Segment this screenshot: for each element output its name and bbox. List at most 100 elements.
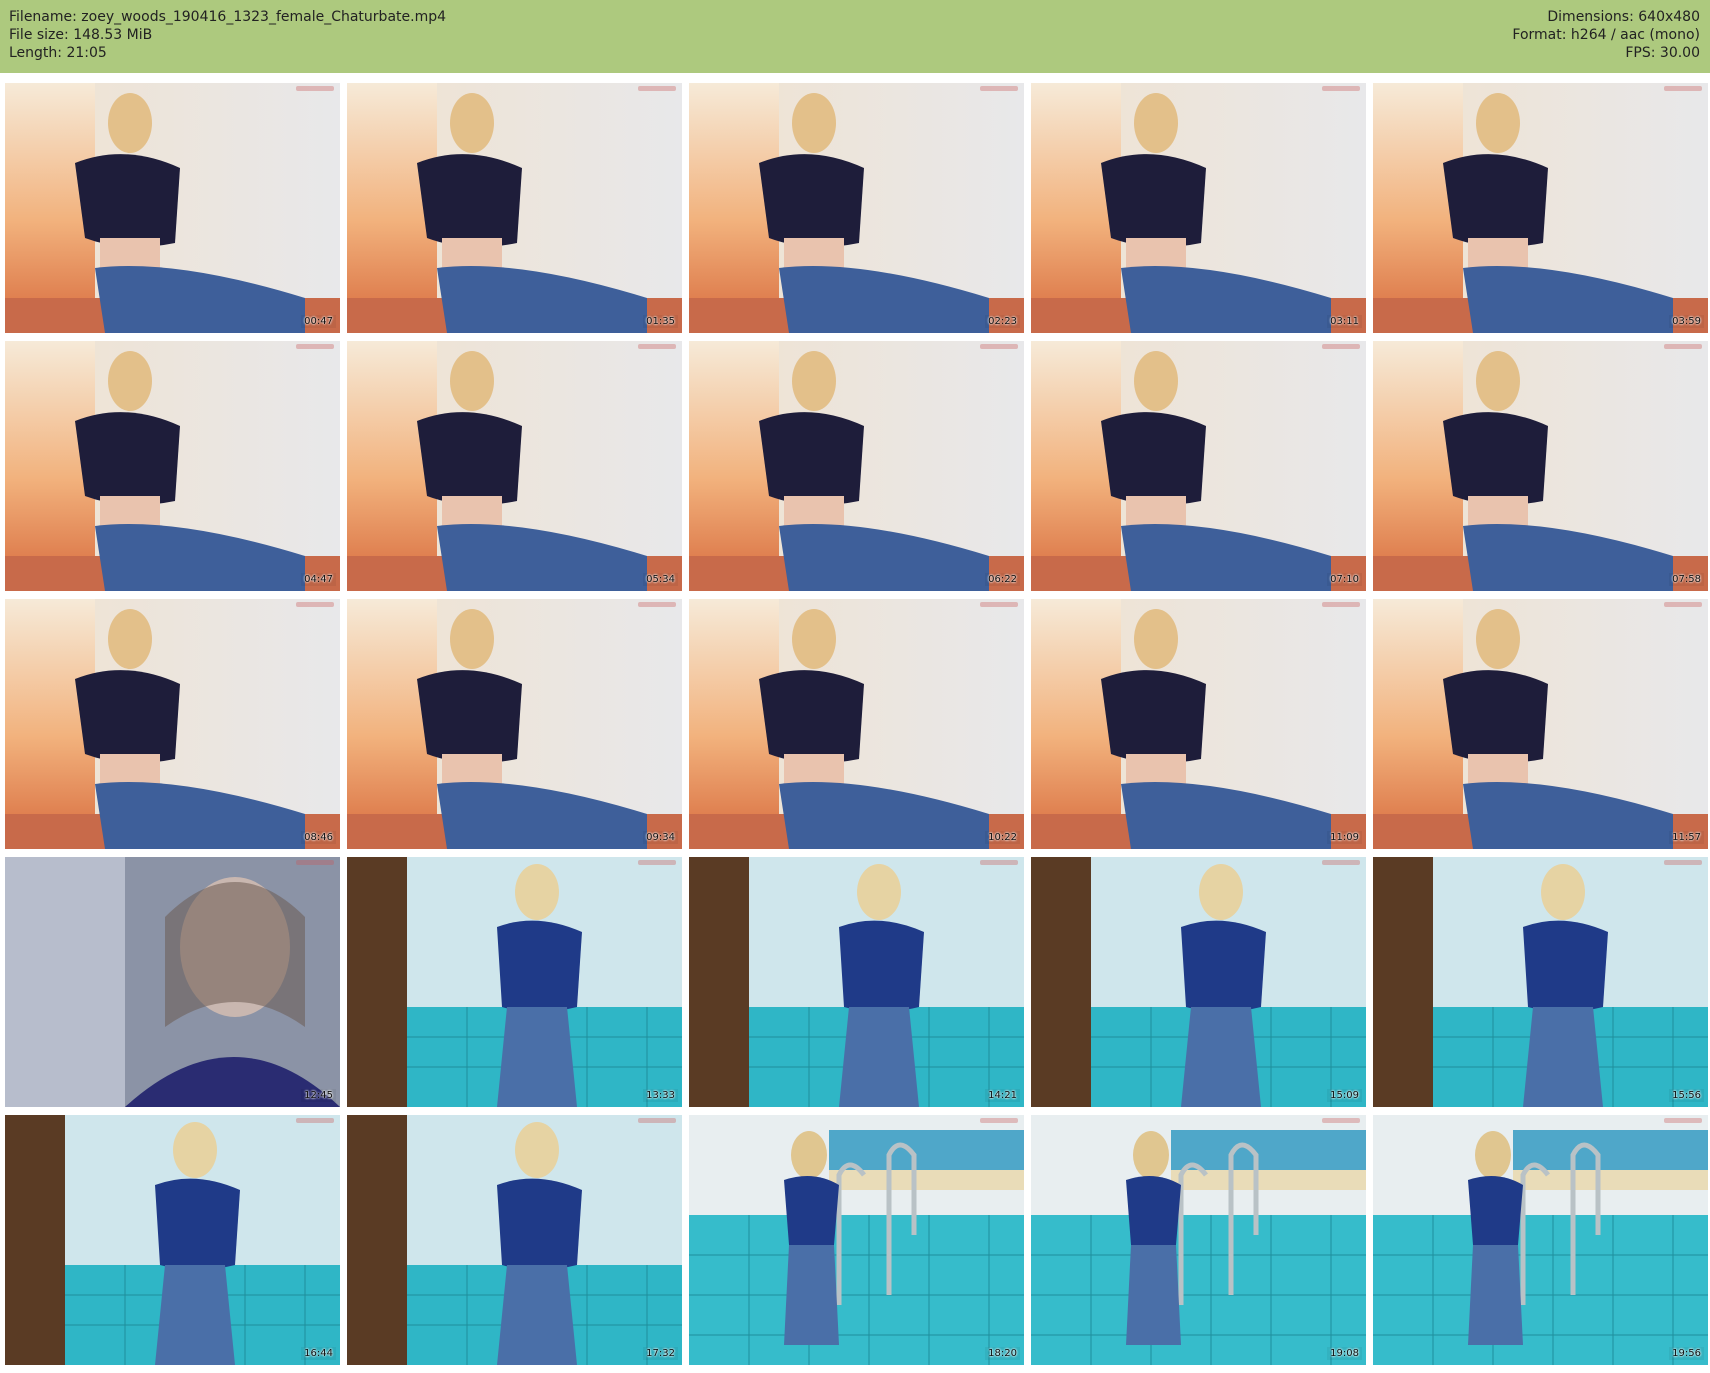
thumbnail-frame: 10:22 <box>689 599 1024 849</box>
thumbnail-image <box>689 1115 1024 1365</box>
thumbnail-image <box>347 341 682 591</box>
thumbnail-frame: 19:08 <box>1031 1115 1366 1365</box>
thumbnail-image <box>5 83 340 333</box>
thumbnail-image <box>689 341 1024 591</box>
timestamp-label: 00:47 <box>301 315 336 328</box>
timestamp-label: 02:23 <box>985 315 1020 328</box>
thumbnail-image <box>347 599 682 849</box>
thumbnail-frame: 18:20 <box>689 1115 1024 1365</box>
watermark-mark <box>1322 344 1360 349</box>
watermark-mark <box>980 344 1018 349</box>
watermark-mark <box>1322 1118 1360 1123</box>
thumbnail-image <box>689 83 1024 333</box>
watermark-mark <box>296 344 334 349</box>
thumbnail-image <box>1373 341 1708 591</box>
thumbnail-frame: 15:56 <box>1373 857 1708 1107</box>
timestamp-label: 12:45 <box>301 1089 336 1102</box>
thumbnail-frame: 07:10 <box>1031 341 1366 591</box>
thumbnail-frame: 00:47 <box>5 83 340 333</box>
filename-text: Filename: zoey_woods_190416_1323_female_… <box>9 9 447 25</box>
watermark-mark <box>980 1118 1018 1123</box>
thumbnail-frame: 04:47 <box>5 341 340 591</box>
timestamp-label: 01:35 <box>643 315 678 328</box>
thumbnail-image <box>1373 857 1708 1107</box>
timestamp-label: 09:34 <box>643 831 678 844</box>
watermark-mark <box>1322 86 1360 91</box>
thumbnail-grid: 00:47 01:35 02:23 03:11 03:59 04:47 05:3… <box>5 83 1708 1368</box>
watermark-mark <box>980 860 1018 865</box>
thumbnail-frame: 14:21 <box>689 857 1024 1107</box>
timestamp-label: 11:09 <box>1327 831 1362 844</box>
timestamp-label: 19:56 <box>1669 1347 1704 1360</box>
thumbnail-frame: 17:32 <box>347 1115 682 1365</box>
thumbnail-image <box>5 341 340 591</box>
thumbnail-image <box>1031 1115 1366 1365</box>
thumbnail-frame: 15:09 <box>1031 857 1366 1107</box>
watermark-mark <box>1664 602 1702 607</box>
timestamp-label: 04:47 <box>301 573 336 586</box>
watermark-mark <box>1322 860 1360 865</box>
dimensions-text: Dimensions: 640x480 <box>1547 9 1700 25</box>
thumbnail-frame: 08:46 <box>5 599 340 849</box>
timestamp-label: 15:56 <box>1669 1089 1704 1102</box>
thumbnail-frame: 12:45 <box>5 857 340 1107</box>
watermark-mark <box>980 602 1018 607</box>
thumbnail-frame: 09:34 <box>347 599 682 849</box>
thumbnail-frame: 16:44 <box>5 1115 340 1365</box>
timestamp-label: 05:34 <box>643 573 678 586</box>
thumbnail-image <box>1373 1115 1708 1365</box>
watermark-mark <box>1322 602 1360 607</box>
thumbnail-frame: 03:59 <box>1373 83 1708 333</box>
fps-text: FPS: 30.00 <box>1625 45 1700 61</box>
timestamp-label: 08:46 <box>301 831 336 844</box>
watermark-mark <box>1664 344 1702 349</box>
thumbnail-image <box>689 599 1024 849</box>
thumbnail-image <box>1031 857 1366 1107</box>
watermark-mark <box>638 1118 676 1123</box>
timestamp-label: 07:58 <box>1669 573 1704 586</box>
thumbnail-image <box>1031 341 1366 591</box>
thumbnail-frame: 05:34 <box>347 341 682 591</box>
thumbnail-image <box>347 83 682 333</box>
timestamp-label: 11:57 <box>1669 831 1704 844</box>
watermark-mark <box>296 1118 334 1123</box>
thumbnail-image <box>1373 83 1708 333</box>
timestamp-label: 14:21 <box>985 1089 1020 1102</box>
thumbnail-frame: 11:57 <box>1373 599 1708 849</box>
thumbnail-image <box>1373 599 1708 849</box>
thumbnail-frame: 02:23 <box>689 83 1024 333</box>
thumbnail-frame: 07:58 <box>1373 341 1708 591</box>
format-text: Format: h264 / aac (mono) <box>1512 27 1700 43</box>
timestamp-label: 19:08 <box>1327 1347 1362 1360</box>
watermark-mark <box>980 86 1018 91</box>
thumbnail-image <box>1031 83 1366 333</box>
watermark-mark <box>296 86 334 91</box>
file-info-right: Dimensions: 640x480 Format: h264 / aac (… <box>1512 8 1700 62</box>
thumbnail-image <box>347 1115 682 1365</box>
thumbnail-image <box>5 1115 340 1365</box>
thumbnail-image <box>1031 599 1366 849</box>
thumbnail-frame: 01:35 <box>347 83 682 333</box>
file-info-left: Filename: zoey_woods_190416_1323_female_… <box>9 8 446 62</box>
thumbnail-image <box>5 857 340 1107</box>
thumbnail-frame: 11:09 <box>1031 599 1366 849</box>
length-text: Length: 21:05 <box>9 45 107 61</box>
timestamp-label: 03:59 <box>1669 315 1704 328</box>
watermark-mark <box>638 860 676 865</box>
filesize-text: File size: 148.53 MiB <box>9 27 153 43</box>
timestamp-label: 15:09 <box>1327 1089 1362 1102</box>
thumbnail-image <box>5 599 340 849</box>
timestamp-label: 16:44 <box>301 1347 336 1360</box>
watermark-mark <box>1664 1118 1702 1123</box>
watermark-mark <box>296 602 334 607</box>
thumbnail-frame: 06:22 <box>689 341 1024 591</box>
timestamp-label: 03:11 <box>1327 315 1362 328</box>
watermark-mark <box>1664 860 1702 865</box>
watermark-mark <box>638 86 676 91</box>
thumbnail-image <box>347 857 682 1107</box>
timestamp-label: 17:32 <box>643 1347 678 1360</box>
watermark-mark <box>1664 86 1702 91</box>
thumbnail-frame: 19:56 <box>1373 1115 1708 1365</box>
watermark-mark <box>638 602 676 607</box>
timestamp-label: 07:10 <box>1327 573 1362 586</box>
